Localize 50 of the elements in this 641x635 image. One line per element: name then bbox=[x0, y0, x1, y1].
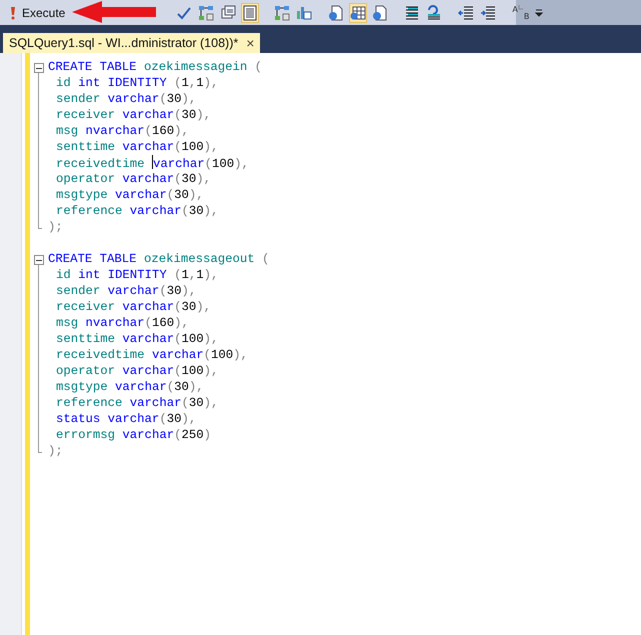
code-line: operator varchar(100), bbox=[55, 363, 220, 379]
code-line: reference varchar(30), bbox=[55, 395, 220, 411]
code-line: CREATE TABLE ozekimessageout ( bbox=[48, 251, 270, 267]
grid-icon bbox=[350, 4, 366, 20]
collapse-toggle-icon[interactable] bbox=[34, 255, 44, 265]
document-tab[interactable]: SQLQuery1.sql - WI...dministrator (108))* × bbox=[3, 33, 260, 53]
code-line: receiver varchar(30), bbox=[55, 299, 212, 315]
code-line: operator varchar(30), bbox=[55, 171, 212, 187]
code-line: ); bbox=[48, 443, 64, 459]
toolbar-button[interactable] bbox=[371, 2, 390, 22]
exclamation-icon bbox=[10, 6, 16, 20]
code-line: receiver varchar(30), bbox=[55, 107, 212, 123]
code-line: errormsg varchar(250) bbox=[55, 427, 212, 443]
close-button[interactable]: × bbox=[246, 35, 254, 51]
check-icon bbox=[176, 4, 192, 20]
code-line: msgtype varchar(30), bbox=[55, 187, 205, 203]
collapse-toggle-icon[interactable] bbox=[34, 63, 44, 73]
code-line: id int IDENTITY (1,1), bbox=[55, 267, 220, 283]
code-line: id int IDENTITY (1,1), bbox=[55, 75, 220, 91]
toolbar-button[interactable] bbox=[349, 2, 368, 22]
toolbar-button[interactable]: A B bbox=[511, 2, 530, 22]
execute-button[interactable]: Execute bbox=[6, 2, 70, 24]
tab-label: SQLQuery1.sql - WI...dministrator (108))* bbox=[9, 36, 238, 50]
plan-icon bbox=[198, 4, 214, 20]
code-line: msg nvarchar(160), bbox=[55, 315, 190, 331]
lines-icon bbox=[404, 4, 420, 20]
code-line: CREATE TABLE ozekimessagein ( bbox=[48, 59, 262, 75]
document-icon bbox=[372, 4, 388, 20]
window-icon bbox=[220, 4, 236, 20]
code-line: msgtype varchar(30), bbox=[55, 379, 205, 395]
code-line: ); bbox=[48, 219, 64, 235]
code-line: senttime varchar(100), bbox=[55, 331, 220, 347]
document-icon bbox=[242, 4, 258, 20]
bar-chart-icon bbox=[296, 4, 312, 20]
code-line: msg nvarchar(160), bbox=[55, 123, 190, 139]
code-line: reference varchar(30), bbox=[55, 203, 220, 219]
document-icon bbox=[328, 4, 344, 20]
code-line: sender varchar(30), bbox=[55, 91, 198, 107]
plan-icon bbox=[274, 4, 290, 20]
outdent-icon bbox=[458, 4, 474, 20]
lines-icon bbox=[426, 4, 442, 20]
text-cursor bbox=[152, 155, 153, 169]
code-line: sender varchar(30), bbox=[55, 283, 198, 299]
toolbar-button[interactable] bbox=[327, 2, 346, 22]
code-line: senttime varchar(100), bbox=[55, 139, 220, 155]
code-line: receivedtime varchar(100), bbox=[55, 155, 250, 171]
indent-icon bbox=[480, 4, 496, 20]
code-line: receivedtime varchar(100), bbox=[55, 347, 249, 363]
code-line: status varchar(30), bbox=[55, 411, 198, 427]
toolbar-button[interactable] bbox=[241, 2, 260, 22]
